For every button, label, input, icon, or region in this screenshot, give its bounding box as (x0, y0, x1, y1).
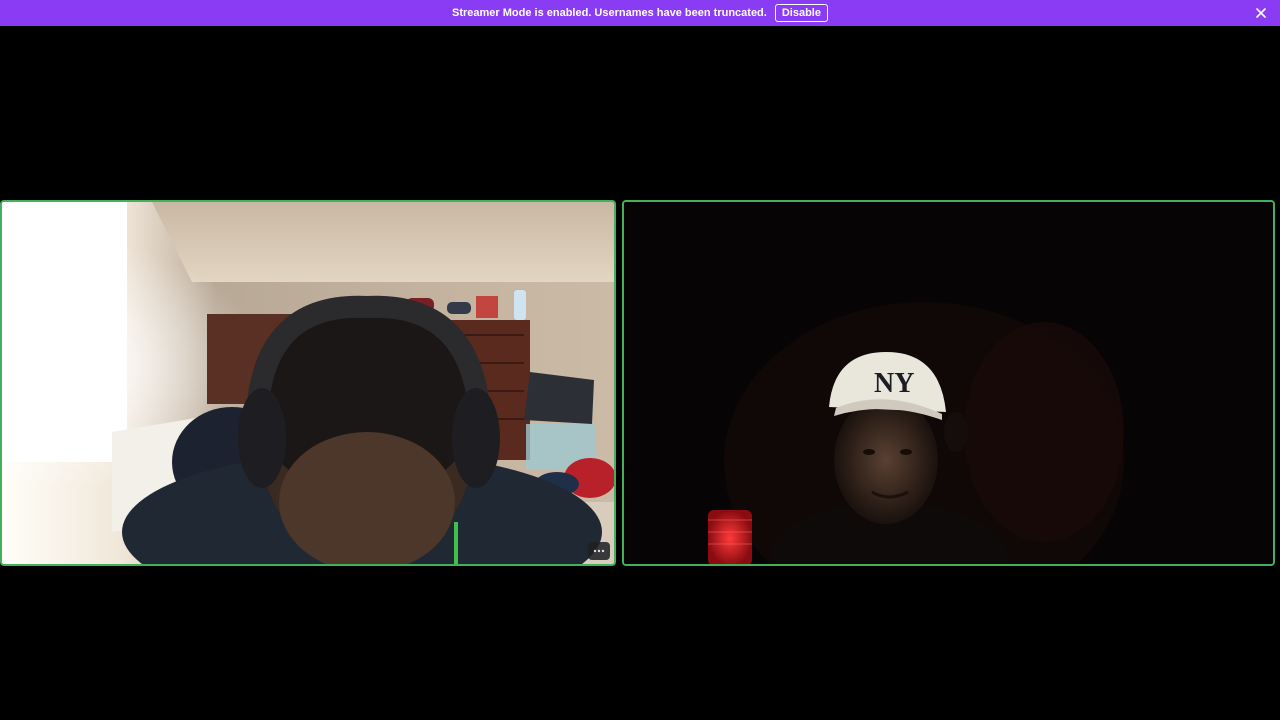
video-feed-left (2, 202, 614, 564)
video-feed-right: NY (624, 202, 1273, 564)
tile-more-options-button[interactable] (588, 542, 610, 560)
close-notice-button[interactable] (1252, 4, 1270, 22)
streamer-mode-message: Streamer Mode is enabled. Usernames have… (452, 7, 767, 19)
video-tile-left[interactable] (0, 200, 616, 566)
close-icon (1256, 8, 1266, 18)
disable-streamer-mode-button[interactable]: Disable (774, 4, 828, 22)
ellipsis-icon (593, 549, 605, 553)
streamer-mode-notice: Streamer Mode is enabled. Usernames have… (0, 0, 1280, 26)
svg-text:NY: NY (874, 368, 914, 399)
video-call-stage: NY (0, 26, 1280, 720)
video-tile-right[interactable]: NY (622, 200, 1275, 566)
